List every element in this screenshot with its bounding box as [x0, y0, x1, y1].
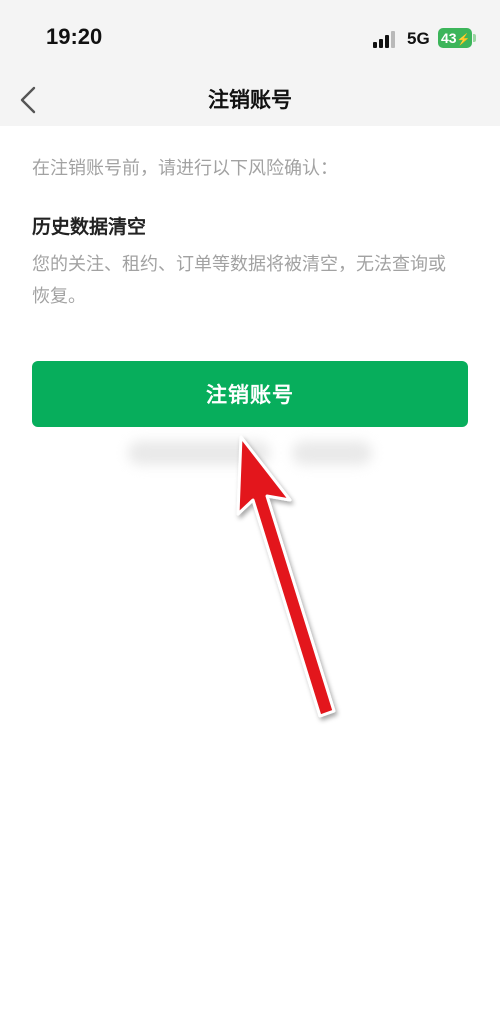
- intro-text: 在注销账号前，请进行以下风险确认：: [32, 158, 338, 179]
- blurred-text: [292, 441, 372, 465]
- section-description: 您的关注、租约、订单等数据将被清空，无法查询或恢复。: [32, 254, 446, 307]
- page-title: 注销账号: [208, 88, 292, 112]
- status-bar: 19:20 5G 43⚡: [0, 0, 500, 78]
- deactivate-account-button[interactable]: 注销账号: [32, 361, 468, 427]
- signal-icon: [373, 30, 401, 48]
- section-title: 历史数据清空: [32, 216, 147, 238]
- status-time: 19:20: [46, 24, 103, 49]
- nav-bar: 注销账号: [0, 78, 500, 126]
- battery-level: 43: [441, 30, 457, 46]
- battery-icon: 43⚡: [438, 28, 472, 48]
- battery-tip: [473, 34, 476, 42]
- network-type: 5G: [407, 29, 430, 48]
- blurred-text: [128, 441, 270, 465]
